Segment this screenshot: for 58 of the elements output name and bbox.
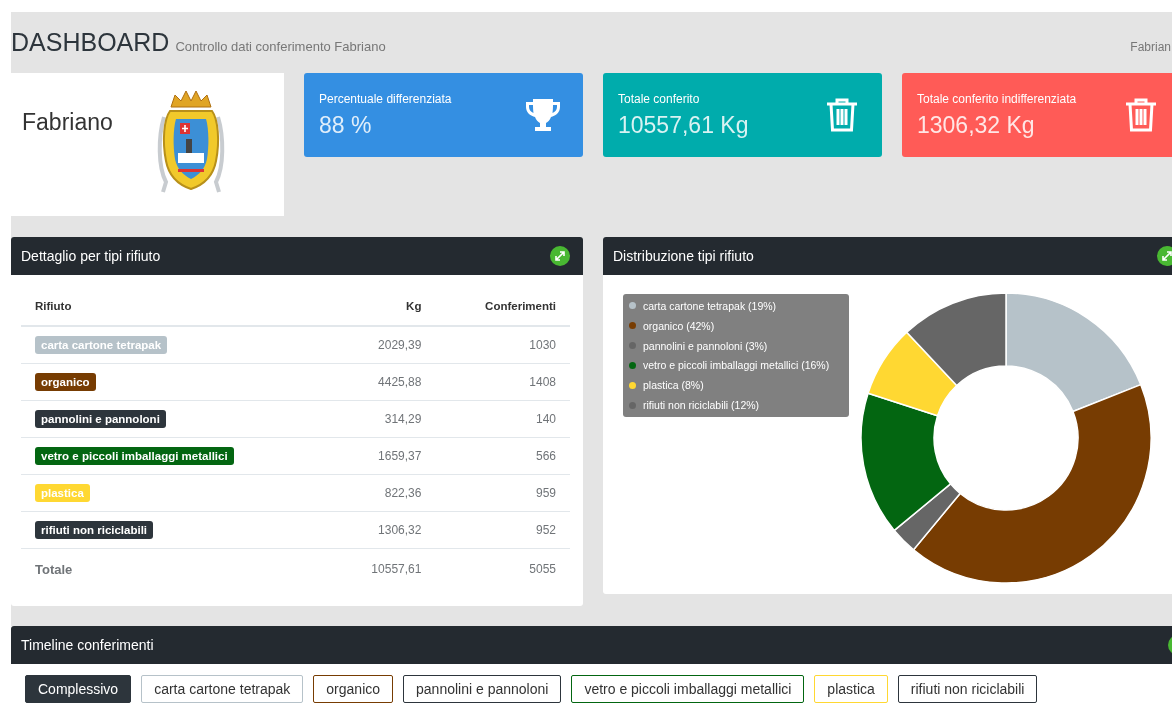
table-cell: 5055 — [435, 548, 570, 589]
legend-label: carta cartone tetrapak (19%) — [643, 299, 777, 312]
expand-icon[interactable] — [1157, 246, 1172, 266]
column-header: Conferimenti — [435, 287, 570, 326]
table-cell: 314,29 — [329, 400, 436, 438]
legend-dot — [629, 401, 636, 409]
waste-type-tag: organico — [35, 373, 96, 391]
filter-button[interactable]: vetro e piccoli imballaggi metallici — [571, 675, 805, 703]
table-cell: 1408 — [435, 363, 570, 401]
filter-button[interactable]: organico — [313, 675, 394, 703]
column-header: Kg — [329, 287, 436, 326]
table-cell: 822,36 — [329, 474, 436, 512]
stat-value: 10557,61 Kg — [618, 111, 749, 139]
legend-dot — [629, 322, 636, 330]
legend-dot — [629, 342, 636, 350]
table-cell: 1030 — [435, 326, 570, 364]
page-subtitle: Controllo dati conferimento Fabriano — [175, 39, 386, 54]
filter-button[interactable]: plastica — [814, 675, 888, 703]
table-cell: 140 — [435, 400, 570, 438]
waste-type-tag: vetro e piccoli imballaggi metallici — [35, 447, 234, 465]
column-header: Rifiuto — [21, 287, 330, 326]
filter-button[interactable]: pannolini e pannoloni — [403, 675, 562, 703]
legend-dot — [629, 361, 636, 369]
waste-type-tag: carta cartone tetrapak — [35, 336, 168, 354]
waste-type-tag: rifiuti non riciclabili — [35, 521, 154, 539]
legend-label: rifiuti non riciclabili (12%) — [643, 399, 760, 412]
table-cell: 959 — [435, 474, 570, 512]
panel-title: Dettaglio per tipi rifiuto — [21, 248, 161, 264]
legend-label: organico (42%) — [643, 319, 715, 332]
table-cell: 566 — [435, 437, 570, 475]
stat-value: 1306,32 Kg — [917, 111, 1036, 139]
stat-label: Totale conferito indifferenziata — [917, 91, 1077, 106]
filter-button[interactable]: rifiuti non riciclabili — [897, 675, 1038, 703]
legend-label: vetro e piccoli imballaggi metallici (16%) — [643, 359, 830, 372]
filter-button[interactable]: Complessivo — [25, 675, 132, 703]
panel-title: Timeline conferimenti — [21, 637, 154, 653]
legend-label: plastica (8%) — [643, 379, 704, 392]
stat-value: 88 % — [319, 111, 373, 139]
table-cell: 1306,32 — [329, 511, 436, 549]
table-cell: 2029,39 — [329, 326, 436, 364]
legend-dot — [629, 302, 636, 310]
stat-label: Percentuale differenziata — [319, 91, 452, 106]
stat-label: Totale conferito — [618, 91, 701, 106]
table-cell: 4425,88 — [329, 363, 436, 401]
waste-type-tag: plastica — [35, 484, 90, 502]
filter-button[interactable]: carta cartone tetrapak — [141, 675, 304, 703]
table-cell: Totale — [21, 548, 330, 589]
table-cell: 952 — [435, 511, 570, 549]
table-cell: 10557,61 — [329, 548, 436, 589]
panel-title: Distribuzione tipi rifiuto — [613, 248, 754, 264]
waste-type-tag: pannolini e pannoloni — [35, 410, 166, 428]
breadcrumb[interactable]: Fabrian — [1130, 40, 1171, 54]
legend-dot — [629, 381, 636, 389]
page-title: DASHBOARD — [11, 28, 170, 57]
table-cell: 1659,37 — [329, 437, 436, 475]
city-name: Fabriano — [22, 109, 113, 136]
expand-icon[interactable] — [550, 246, 570, 266]
legend-label: pannolini e pannoloni (3%) — [643, 339, 768, 352]
